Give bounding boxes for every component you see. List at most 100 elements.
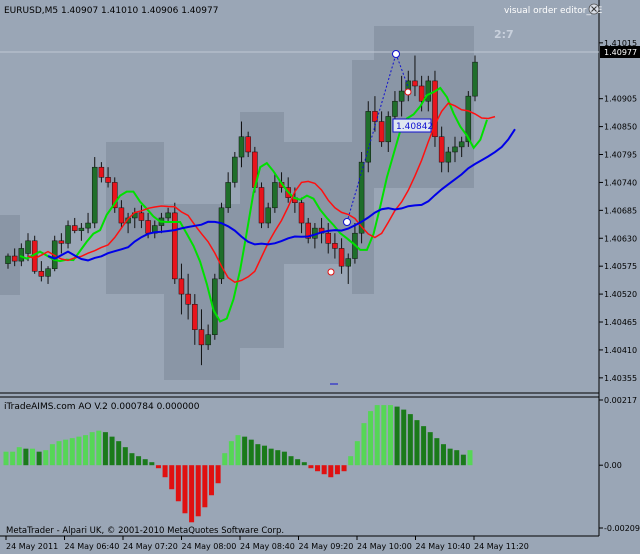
candle-body <box>178 278 185 295</box>
ao-bar <box>334 465 340 475</box>
time-tick-label: 24 May 10:00 <box>357 542 412 551</box>
candle-body <box>265 207 271 224</box>
candle-body <box>258 187 265 224</box>
ao-bar <box>401 409 407 466</box>
ao-bar <box>23 448 29 466</box>
ao-bar <box>275 450 281 466</box>
ao-bar <box>215 465 221 484</box>
price-tick-label: 1.40630 <box>604 234 637 243</box>
trading-chart[interactable]: 1.40842 EURUSD,M5 1.40907 1.41010 1.4090… <box>0 0 640 554</box>
ao-bar <box>202 465 208 508</box>
current-price-label: 1.40977 <box>604 48 637 57</box>
candle-body <box>85 222 91 229</box>
ao-bar <box>235 435 241 466</box>
candle <box>432 70 438 147</box>
ao-bar <box>361 423 367 466</box>
candle-body <box>398 90 405 102</box>
ao-bar <box>374 405 380 466</box>
timer-label: 2:7 <box>494 28 514 41</box>
ao-bar <box>308 465 314 469</box>
price-tick-label: 1.40355 <box>604 374 637 383</box>
candle-body <box>25 240 31 254</box>
ao-bar <box>460 454 466 466</box>
candle-body <box>58 240 65 244</box>
candle-body <box>192 303 198 330</box>
candle-body <box>11 255 18 262</box>
price-tick-label: 1.40905 <box>604 95 637 104</box>
candle-body <box>325 232 331 244</box>
time-tick-label: 24 May 07:20 <box>123 542 178 551</box>
ao-bar <box>83 435 89 466</box>
ao-bar <box>381 405 387 466</box>
price-tick-label: 1.40575 <box>604 262 637 271</box>
ao-bar <box>328 465 334 478</box>
ao-bar <box>136 456 142 466</box>
candle-body <box>332 243 338 249</box>
candle <box>232 151 238 188</box>
candle-body <box>138 212 145 221</box>
candle-body <box>105 177 111 183</box>
price-tick-label: 1.40410 <box>604 346 637 355</box>
candle-body <box>372 111 378 122</box>
trade-entry-marker[interactable] <box>343 218 351 226</box>
copyright-label: MetaTrader - Alpari UK, © 2001-2010 Meta… <box>6 526 284 536</box>
time-tick-label: 24 May 11:20 <box>474 542 529 551</box>
ao-bar <box>102 432 108 466</box>
sell-marker[interactable] <box>327 268 335 276</box>
candle-body <box>238 136 245 158</box>
ao-bar <box>354 441 360 466</box>
symbol-info: EURUSD,M5 1.40907 1.41010 1.40906 1.4097… <box>4 6 218 16</box>
ao-bar <box>16 447 22 466</box>
ao-bar <box>169 465 175 490</box>
ao-bar <box>182 465 188 514</box>
candle-body <box>245 136 251 153</box>
ao-bar <box>69 438 75 466</box>
ao-bar <box>301 462 307 466</box>
price-tick-label: 1.40465 <box>604 318 637 327</box>
candle-body <box>45 268 51 277</box>
trade-exit-marker[interactable] <box>392 50 400 58</box>
ao-bar <box>447 448 453 466</box>
candle <box>365 101 372 173</box>
ao-bar <box>295 459 301 466</box>
time-tick-label: 24 May 2011 <box>6 542 58 551</box>
ao-bar <box>281 451 287 466</box>
candle-body <box>392 100 398 117</box>
ao-bar <box>56 441 62 466</box>
ao-bar <box>149 462 155 466</box>
ao-bar <box>49 444 55 466</box>
candle <box>258 182 265 229</box>
candle-body <box>272 182 278 209</box>
price-tick-label: 1.40740 <box>604 178 637 187</box>
indicator-tick-label: -0.00209 <box>604 524 640 533</box>
ao-bar <box>63 439 69 466</box>
ao-bar <box>288 456 294 466</box>
ao-bar <box>10 451 16 466</box>
ao-bar <box>30 448 36 466</box>
ao-bar <box>348 456 354 466</box>
ao-bar <box>208 465 214 496</box>
candle-body <box>165 212 171 219</box>
ao-bar <box>129 453 135 466</box>
time-tick-label: 24 May 10:40 <box>416 542 471 551</box>
candle-body <box>198 329 205 346</box>
candle-body <box>458 141 465 148</box>
candle-body <box>65 225 71 244</box>
price-tick-label: 1.40685 <box>604 206 637 215</box>
ao-bar <box>467 450 473 466</box>
indicator-label: iTradeAIMS.com AO V.2 0.000784 0.000000 <box>4 402 200 412</box>
close-icon[interactable] <box>588 3 600 15</box>
ao-bar <box>155 465 161 469</box>
time-tick-label: 24 May 06:40 <box>65 542 120 551</box>
candle-body <box>225 182 231 209</box>
ao-bar <box>189 465 195 523</box>
sell-marker-2[interactable] <box>404 88 412 96</box>
ao-bar <box>76 436 82 466</box>
ao-bar <box>387 405 393 466</box>
candle-body <box>118 207 125 224</box>
candle-body <box>71 225 78 231</box>
candle-body <box>185 293 191 305</box>
ao-bar <box>321 465 327 475</box>
order-line-label: 1.40842 <box>396 122 433 132</box>
ao-bar <box>427 432 433 466</box>
